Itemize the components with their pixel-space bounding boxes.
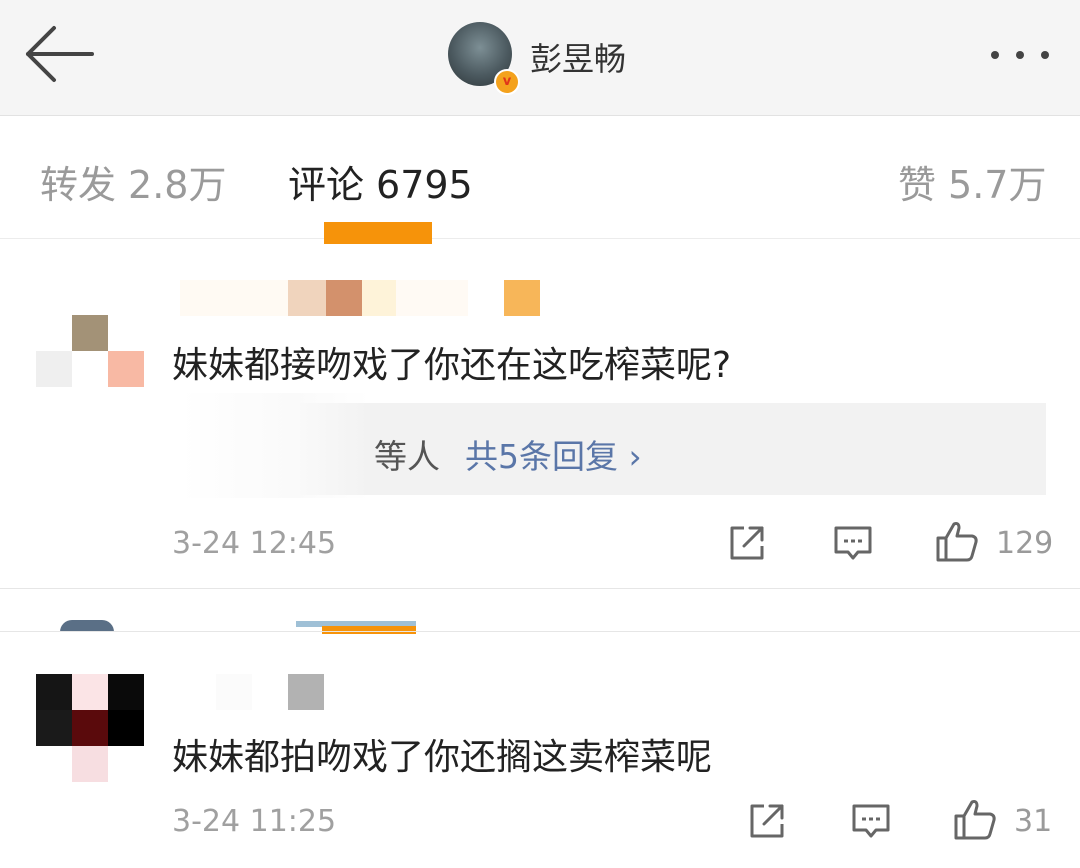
- reply-preview-mask: [180, 393, 370, 498]
- comment-text: 妹妹都拍吻戏了你还搁这卖榨菜呢: [172, 737, 713, 778]
- comment-item: 妹妹都拍吻戏了你还搁这卖榨菜呢: [0, 632, 1080, 868]
- view-replies-link[interactable]: 共5条回复 ›: [465, 430, 642, 478]
- reply-people-label: 等人: [374, 437, 440, 476]
- tab-like-count: 5.7万: [948, 163, 1047, 207]
- tab-bar: 转发 2.8万 评论 6795 赞 5.7万: [0, 116, 1080, 239]
- tab-repost-count: 2.8万: [128, 163, 227, 207]
- tab-like[interactable]: 赞 5.7万: [898, 154, 1046, 209]
- verified-badge-icon: v: [494, 69, 520, 95]
- comment-time: 3-24 12:45: [172, 526, 337, 561]
- tab-comment-label: 评论: [288, 163, 365, 207]
- comment-icon[interactable]: [850, 800, 892, 842]
- commenter-name[interactable]: [216, 674, 324, 710]
- thumbs-up-icon[interactable]: [934, 518, 980, 564]
- back-arrow-icon[interactable]: [22, 22, 98, 86]
- tab-repost-label: 转发: [40, 163, 117, 207]
- like-count: 31: [1014, 804, 1053, 839]
- more-dots-icon[interactable]: [985, 40, 1055, 70]
- divider: [0, 588, 1080, 589]
- comment-text: 妹妹都接吻戏了你还在这吃榨菜呢?: [172, 345, 732, 386]
- share-icon[interactable]: [726, 522, 768, 564]
- like-count: 129: [996, 526, 1054, 561]
- tab-repost[interactable]: 转发 2.8万: [40, 154, 226, 209]
- commenter-avatar[interactable]: [36, 674, 144, 782]
- tab-like-label: 赞: [898, 163, 937, 207]
- comment-time: 3-24 11:25: [172, 804, 337, 839]
- commenter-avatar[interactable]: [36, 315, 144, 387]
- thumbs-up-icon[interactable]: [952, 796, 998, 842]
- comment-icon[interactable]: [832, 522, 874, 564]
- top-bar: v 彭昱畅: [0, 0, 1080, 116]
- commenter-name[interactable]: [180, 280, 540, 316]
- page-title[interactable]: 彭昱畅: [530, 34, 626, 80]
- share-icon[interactable]: [746, 800, 788, 842]
- tab-comment[interactable]: 评论 6795: [288, 154, 473, 209]
- tab-comment-count: 6795: [376, 163, 473, 207]
